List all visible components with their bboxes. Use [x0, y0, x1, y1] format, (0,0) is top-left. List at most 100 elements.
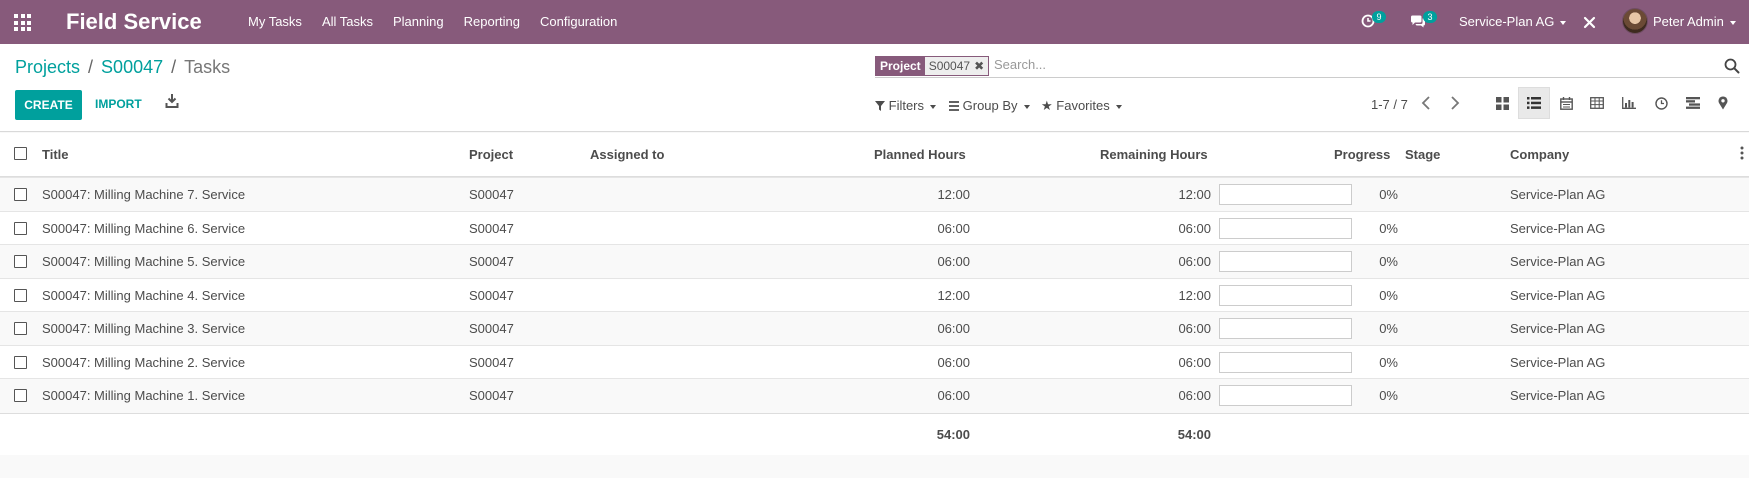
cell-remaining-hours: 06:00: [1178, 321, 1211, 336]
cell-remaining-hours: 06:00: [1178, 254, 1211, 269]
cell-planned-hours: 06:00: [937, 354, 970, 370]
table-row[interactable]: S00047: Milling Machine 3. Service S00047…: [0, 311, 1749, 344]
menu-configuration[interactable]: Configuration: [540, 14, 617, 29]
column-progress[interactable]: Progress: [1334, 147, 1390, 162]
view-kanban-icon[interactable]: [1486, 87, 1518, 119]
cell-company: Service-Plan AG: [1510, 388, 1606, 403]
menu-my-tasks[interactable]: My Tasks: [248, 14, 302, 29]
cell-company: Service-Plan AG: [1510, 254, 1606, 269]
table-row[interactable]: S00047: Milling Machine 2. Service S00047…: [0, 344, 1749, 378]
download-icon[interactable]: [165, 93, 179, 109]
cell-planned-hours: 12:00: [937, 187, 970, 202]
row-checkbox[interactable]: [14, 322, 27, 335]
cell-project: S00047: [469, 354, 514, 370]
cell-title: S00047: Milling Machine 4. Service: [42, 287, 246, 303]
facet-value-wrap: S00047 ✖: [924, 57, 989, 75]
view-calendar-icon[interactable]: [1550, 87, 1582, 119]
column-title[interactable]: Title: [42, 147, 69, 162]
table-row[interactable]: S00047: Milling Machine 5. Service S00047…: [0, 244, 1749, 277]
cell-progress: 0%: [1379, 388, 1398, 403]
filters-label: Filters: [888, 98, 925, 113]
cell-planned-hours: 12:00: [937, 287, 970, 303]
cell-title: S00047: Milling Machine 1. Service: [42, 388, 246, 403]
row-checkbox[interactable]: [14, 389, 27, 402]
cell-progress: 0%: [1379, 287, 1398, 303]
apps-menu-icon[interactable]: [14, 14, 31, 31]
filter-icon: [875, 101, 885, 111]
debug-tools-icon[interactable]: [1583, 16, 1596, 29]
total-remaining-hours: 54:00: [1177, 427, 1211, 442]
cell-remaining-hours: 06:00: [1178, 354, 1211, 370]
pager-previous-icon[interactable]: [1421, 96, 1431, 115]
chevron-down-icon: [1560, 20, 1567, 25]
total-planned-hours: 54:00: [936, 427, 970, 442]
search-input[interactable]: [994, 57, 1594, 72]
favorites-button[interactable]: ★ Favorites: [1041, 98, 1122, 114]
cell-remaining-hours: 12:00: [1178, 287, 1211, 303]
column-assigned-to[interactable]: Assigned to: [590, 147, 664, 162]
breadcrumb: Projects / S00047/Tasks: [15, 57, 231, 77]
messages-count-badge: 3: [1423, 11, 1437, 23]
breadcrumb-projects[interactable]: Projects: [15, 57, 80, 77]
row-checkbox[interactable]: [14, 188, 27, 201]
table-row[interactable]: S00047: Milling Machine 1. Service S00047…: [0, 378, 1749, 411]
user-menu[interactable]: Peter Admin: [1653, 14, 1736, 29]
more-options-icon[interactable]: [1740, 146, 1744, 160]
pager-next-icon[interactable]: [1450, 96, 1460, 115]
breadcrumb-record[interactable]: S00047: [101, 57, 163, 77]
pager-value[interactable]: 1-7 / 7: [1371, 97, 1408, 112]
column-planned-hours[interactable]: Planned Hours: [874, 147, 966, 162]
import-button[interactable]: IMPORT: [95, 97, 142, 111]
row-checkbox[interactable]: [14, 255, 27, 268]
table-row[interactable]: S00047: Milling Machine 7. Service S00047…: [0, 177, 1749, 210]
cell-project: S00047: [469, 321, 514, 336]
user-name: Peter Admin: [1653, 14, 1724, 29]
row-checkbox[interactable]: [14, 288, 27, 302]
group-by-label: Group By: [962, 98, 1018, 113]
table-row[interactable]: S00047: Milling Machine 4. Service S00047…: [0, 277, 1749, 311]
progress-bar: [1219, 385, 1352, 406]
top-navbar: Field Service My Tasks All Tasks Plannin…: [0, 0, 1749, 44]
view-map-icon[interactable]: [1707, 87, 1739, 119]
cell-title: S00047: Milling Machine 7. Service: [42, 187, 246, 202]
column-project[interactable]: Project: [469, 147, 513, 162]
cell-progress: 0%: [1379, 220, 1398, 236]
menu-planning[interactable]: Planning: [393, 14, 444, 29]
cell-project: S00047: [469, 254, 514, 269]
column-remaining-hours[interactable]: Remaining Hours: [1100, 147, 1208, 162]
view-list-icon[interactable]: [1518, 87, 1550, 119]
table-header: Title Project Assigned to Planned Hours …: [0, 133, 1749, 177]
create-button[interactable]: CREATE: [15, 90, 82, 120]
group-by-button[interactable]: Group By: [949, 98, 1030, 113]
view-activity-icon[interactable]: [1645, 87, 1677, 119]
cell-remaining-hours: 12:00: [1178, 187, 1211, 202]
progress-bar: [1219, 351, 1352, 373]
table-row[interactable]: S00047: Milling Machine 6. Service S00047…: [0, 210, 1749, 244]
view-graph-icon[interactable]: [1613, 87, 1645, 119]
company-switcher[interactable]: Service-Plan AG: [1459, 14, 1567, 29]
facet-remove-icon[interactable]: ✖: [974, 59, 984, 73]
progress-bar: [1219, 318, 1352, 339]
cell-project: S00047: [469, 388, 514, 403]
progress-bar: [1219, 251, 1352, 272]
column-company[interactable]: Company: [1510, 147, 1569, 162]
menu-all-tasks[interactable]: All Tasks: [322, 14, 373, 29]
column-stage[interactable]: Stage: [1405, 147, 1440, 162]
cell-company: Service-Plan AG: [1510, 220, 1606, 236]
menu-reporting[interactable]: Reporting: [464, 14, 520, 29]
search-bar: Project S00047 ✖: [875, 56, 1740, 78]
view-pivot-icon[interactable]: [1581, 87, 1613, 119]
search-icon[interactable]: [1724, 58, 1740, 74]
user-avatar[interactable]: [1622, 8, 1648, 34]
totals-row: 54:00 54:00: [0, 413, 1749, 455]
cell-company: Service-Plan AG: [1510, 187, 1606, 202]
cell-planned-hours: 06:00: [937, 321, 970, 336]
cell-progress: 0%: [1379, 254, 1398, 269]
filters-button[interactable]: Filters: [875, 98, 937, 113]
row-checkbox[interactable]: [14, 355, 27, 369]
progress-bar: [1219, 284, 1352, 306]
view-gantt-icon[interactable]: [1677, 87, 1709, 119]
row-checkbox[interactable]: [14, 221, 27, 235]
select-all-checkbox[interactable]: [14, 147, 27, 160]
facet-label: Project: [876, 57, 925, 75]
